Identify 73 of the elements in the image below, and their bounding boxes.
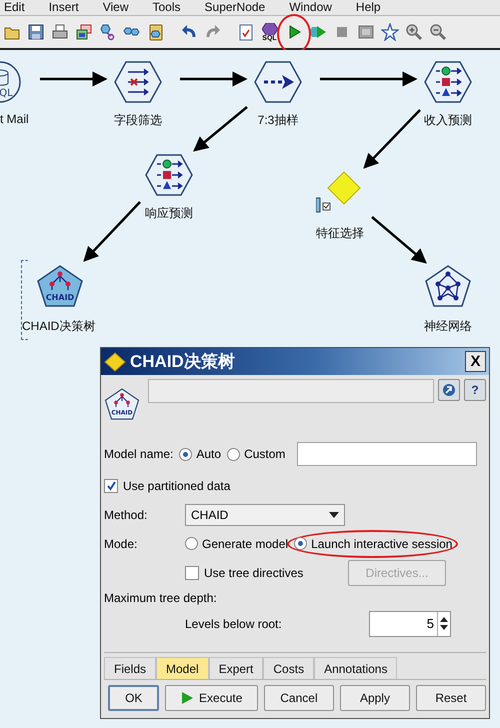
zoom-out-icon[interactable] [428,23,446,41]
up-arrow-icon[interactable] [440,617,448,622]
checked-document-icon[interactable] [236,23,254,41]
section-label: Maximum tree depth: [104,591,217,605]
node-icon[interactable] [424,60,472,104]
zoom-in-icon[interactable] [404,23,422,41]
play-icon [181,692,194,704]
connector-arrow [363,109,421,169]
menu-item[interactable]: Tools [152,0,181,15]
hexagon-play-icon[interactable] [308,23,326,41]
node-icon[interactable]: CHAID [36,264,84,308]
node-icon[interactable] [424,264,472,308]
radio-option[interactable]: Custom [227,447,286,461]
levels-spinner[interactable]: 5 [369,610,451,636]
connector-arrow [40,72,108,86]
field-label: Mode: [104,536,138,550]
connector-arrow [371,216,427,264]
model-name-field[interactable] [297,442,478,466]
window-title: CHAID决策树 [130,351,236,373]
radio-option[interactable]: Launch interactive session [294,536,452,550]
menu-item[interactable]: Edit [4,0,25,15]
node-label: 7:3抽样 [258,112,298,129]
connector-arrow [180,72,248,86]
checkbox-option[interactable]: Use tree directives [185,566,304,580]
node-icon[interactable] [254,60,302,104]
execute-button[interactable]: Execute [165,685,258,711]
dialog-button[interactable]: Cancel [264,685,334,711]
hexagon-icon [262,22,278,34]
help-button[interactable]: ? [464,379,486,401]
hexagon-scissors-icon[interactable] [98,23,116,41]
node-icon[interactable] [145,153,193,197]
windows-icon[interactable] [74,23,92,41]
radio-option[interactable]: Auto [179,447,222,461]
menu-item[interactable]: View [102,0,128,15]
preview-button[interactable] [438,379,460,401]
field-label: Levels below root: [185,616,283,630]
connector-arrow [83,201,141,262]
node-label: 收入预测 [424,112,472,129]
diamond-icon [104,352,126,372]
tab[interactable]: Fields [104,657,156,679]
radio-option[interactable]: Generate model [185,536,288,550]
tab[interactable]: Model [156,657,209,679]
node-label: 神经网络 [424,318,472,335]
node-label: t Mail [0,112,29,126]
method-dropdown[interactable]: CHAID [185,504,345,526]
check-icon [106,480,116,491]
menu-item[interactable]: SuperNode [204,0,266,15]
node-icon[interactable] [114,60,162,104]
annotation-field[interactable] [148,379,434,403]
node-label: 字段筛选 [114,112,162,129]
node-label: 特征选择 [316,225,364,242]
clipboard-icon[interactable] [146,23,164,41]
printer-icon[interactable] [50,23,68,41]
panel-icon[interactable] [356,23,374,41]
close-button[interactable]: X [465,351,486,372]
node-label: CHAID决策树 [22,318,96,335]
caret-icon [329,512,339,518]
dialog-button[interactable]: Reset [416,685,486,711]
menu-item[interactable]: Help [356,0,381,15]
field-label: Model name: [104,447,174,461]
node-label: 响应预测 [145,205,193,222]
menu-item[interactable]: Insert [48,0,79,15]
connector-arrow [193,106,248,152]
tab[interactable]: Costs [263,657,314,679]
checkbox-option[interactable]: Use partitioned data [104,471,486,500]
field-label: Method: [104,508,148,522]
dialog-button[interactable]: Apply [340,685,410,711]
star-icon[interactable] [380,23,398,41]
tab[interactable]: Expert [208,657,264,679]
down-arrow-icon[interactable] [440,625,448,630]
tab[interactable]: Annotations [314,657,398,679]
ok-button[interactable]: OK [108,685,160,711]
menu-item[interactable]: Window [289,0,332,15]
